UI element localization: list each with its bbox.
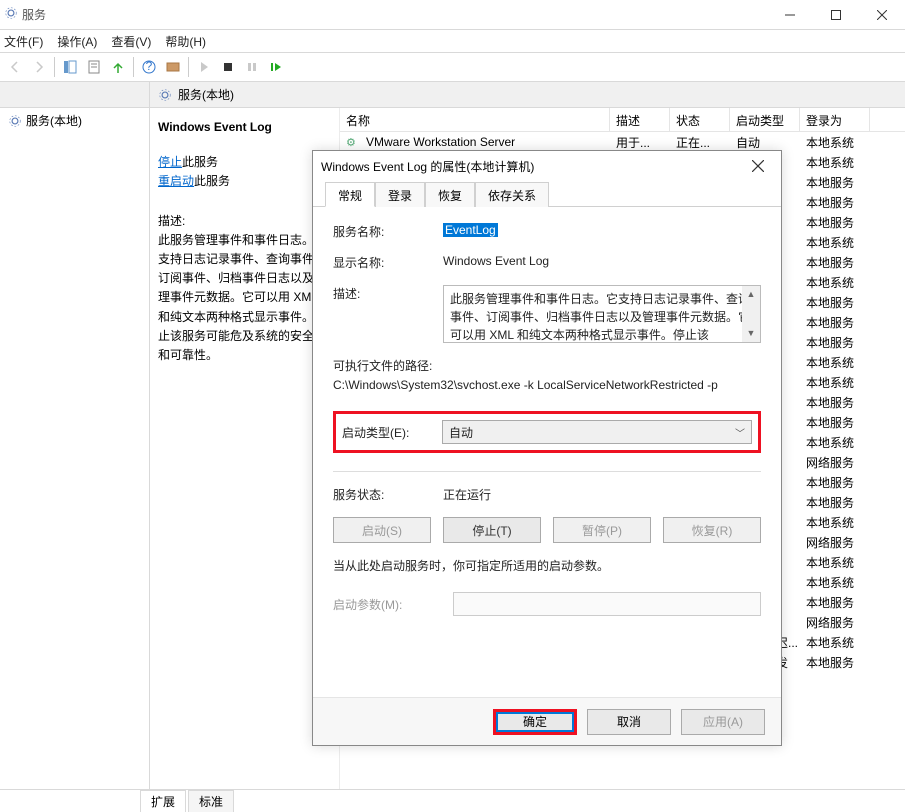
stop-button[interactable] [217, 56, 239, 78]
dialog-title: Windows Event Log 的属性(本地计算机) [321, 158, 743, 175]
svg-text:?: ? [146, 60, 153, 73]
title-bar: 服务 [0, 0, 905, 30]
gear-icon: ⚙ [346, 136, 362, 149]
tab-extended[interactable]: 扩展 [140, 790, 186, 812]
table-row[interactable]: ⚙VMware Workstation Server用于...正在...自动本地… [340, 132, 905, 152]
service-name-label: 服务名称: [333, 223, 443, 240]
maximize-button[interactable] [813, 0, 859, 30]
startup-type-row: 启动类型(E): 自动 ﹀ [333, 411, 761, 453]
properties-button[interactable] [83, 56, 105, 78]
selected-service-name: Windows Event Log [158, 118, 331, 137]
desc-title: 描述: [158, 212, 331, 231]
content-header: 服务(本地) [150, 82, 905, 108]
exe-path-label: 可执行文件的路径: [333, 357, 761, 376]
gear-icon [8, 114, 22, 128]
tab-deps[interactable]: 依存关系 [475, 182, 549, 207]
stop-service-link[interactable]: 停止 [158, 155, 182, 169]
minimize-button[interactable] [767, 0, 813, 30]
exe-path-value: C:\Windows\System32\svchost.exe -k Local… [333, 376, 761, 395]
separator [54, 57, 55, 77]
menu-action[interactable]: 操作(A) [57, 33, 97, 50]
divider [333, 471, 761, 472]
play-button[interactable] [193, 56, 215, 78]
col-startup[interactable]: 启动类型 [730, 108, 800, 131]
startup-hint: 当从此处启动服务时，你可指定所适用的启动参数。 [333, 557, 761, 574]
status-label: 服务状态: [333, 486, 443, 503]
bottom-tabs: 扩展 标准 [0, 789, 905, 811]
close-button[interactable] [859, 0, 905, 30]
col-status[interactable]: 状态 [670, 108, 730, 131]
resume-button: 恢复(R) [663, 517, 761, 543]
toolbar: ? [0, 52, 905, 82]
menu-view[interactable]: 查看(V) [111, 33, 151, 50]
properties-dialog: Windows Event Log 的属性(本地计算机) 常规 登录 恢复 依存… [312, 150, 782, 746]
export-button[interactable] [107, 56, 129, 78]
menu-file[interactable]: 文件(F) [4, 33, 43, 50]
restart-service-link[interactable]: 重启动 [158, 174, 194, 188]
menu-bar: 文件(F) 操作(A) 查看(V) 帮助(H) [0, 30, 905, 52]
dialog-title-bar: Windows Event Log 的属性(本地计算机) [313, 151, 781, 181]
param-input [453, 592, 761, 616]
col-logon[interactable]: 登录为 [800, 108, 870, 131]
cancel-button[interactable]: 取消 [587, 709, 671, 735]
start-button: 启动(S) [333, 517, 431, 543]
startup-type-label: 启动类型(E): [342, 424, 442, 441]
pause-button: 暂停(P) [553, 517, 651, 543]
tab-recovery[interactable]: 恢复 [425, 182, 475, 207]
display-name-value: Windows Event Log [443, 254, 761, 268]
startup-type-value: 自动 [449, 424, 473, 441]
status-value: 正在运行 [443, 486, 761, 503]
show-hide-tree-button[interactable] [59, 56, 81, 78]
content-header-label: 服务(本地) [178, 86, 234, 103]
separator [133, 57, 134, 77]
dialog-footer: 确定 取消 应用(A) [313, 697, 781, 745]
gear-icon [158, 88, 172, 102]
col-desc[interactable]: 描述 [610, 108, 670, 131]
back-button[interactable] [4, 56, 26, 78]
ok-button[interactable]: 确定 [493, 709, 577, 735]
up-arrow-icon[interactable]: ▲ [747, 288, 756, 302]
col-name[interactable]: 名称 [340, 108, 610, 131]
dialog-tabs: 常规 登录 恢复 依存关系 [313, 181, 781, 207]
desc-label: 描述: [333, 285, 443, 302]
service-name-value[interactable]: EventLog [443, 223, 498, 237]
tree-header [0, 82, 149, 108]
stop-button[interactable]: 停止(T) [443, 517, 541, 543]
param-label: 启动参数(M): [333, 596, 453, 613]
apply-button: 应用(A) [681, 709, 765, 735]
tab-standard[interactable]: 标准 [188, 790, 234, 812]
restart-button[interactable] [265, 56, 287, 78]
down-arrow-icon[interactable]: ▼ [747, 327, 756, 341]
chevron-down-icon: ﹀ [735, 425, 745, 440]
tree-item-services[interactable]: 服务(本地) [0, 108, 149, 133]
window-title: 服务 [22, 6, 767, 23]
help-button[interactable]: ? [138, 56, 160, 78]
forward-button[interactable] [28, 56, 50, 78]
startup-type-combo[interactable]: 自动 ﹀ [442, 420, 752, 444]
tab-logon[interactable]: 登录 [375, 182, 425, 207]
tree-item-label: 服务(本地) [26, 112, 82, 129]
large-icons-button[interactable] [162, 56, 184, 78]
list-header: 名称 描述 状态 启动类型 登录为 [340, 108, 905, 132]
app-icon [0, 6, 22, 23]
tree-pane: 服务(本地) [0, 82, 150, 789]
menu-help[interactable]: 帮助(H) [165, 33, 206, 50]
display-name-label: 显示名称: [333, 254, 443, 271]
tab-general[interactable]: 常规 [325, 182, 375, 207]
desc-body: 此服务管理事件和事件日志。它支持日志记录事件、查询事件、订阅事件、归档事件日志以… [158, 231, 331, 365]
dialog-close-button[interactable] [743, 151, 773, 181]
pause-button[interactable] [241, 56, 263, 78]
scrollbar[interactable]: ▲▼ [742, 286, 760, 342]
description-box[interactable]: 此服务管理事件和事件日志。它支持日志记录事件、查询事件、订阅事件、归档事件日志以… [443, 285, 761, 343]
separator [188, 57, 189, 77]
